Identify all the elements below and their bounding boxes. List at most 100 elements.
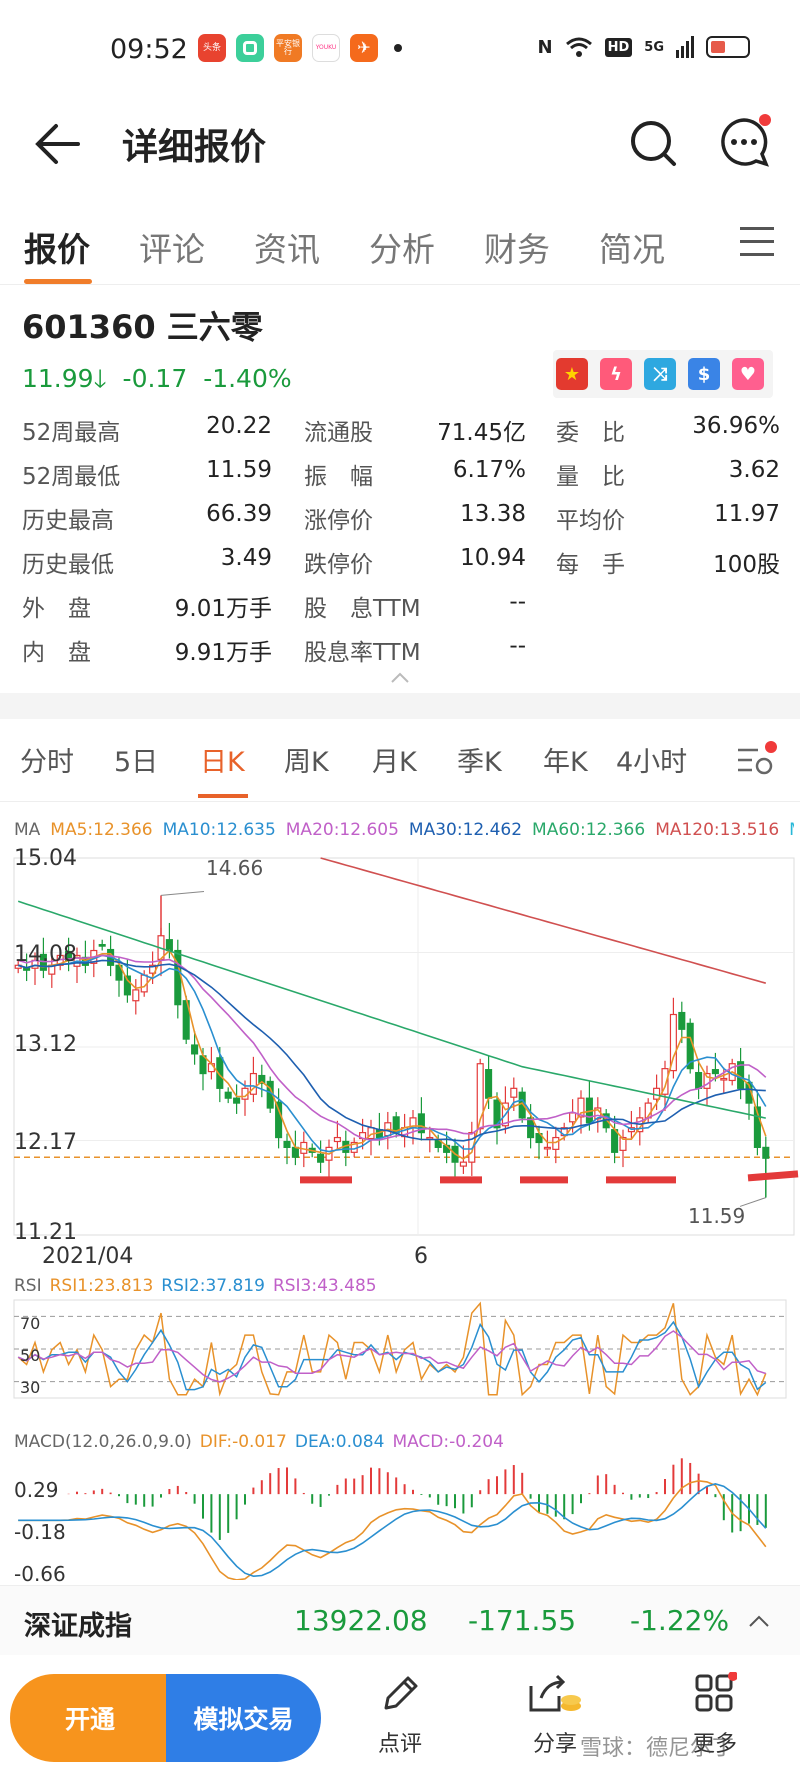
index-name: 深证成指 bbox=[24, 1611, 132, 1642]
ptab-yearly[interactable]: 年K bbox=[543, 740, 588, 779]
chart-settings-icon[interactable] bbox=[736, 740, 778, 780]
shuffle-icon[interactable]: ⤨ bbox=[644, 358, 676, 390]
heart-icon[interactable]: ♥ bbox=[732, 358, 764, 390]
index-ticker-bar[interactable]: 深证成指 13922.08 -171.55 -1.22% bbox=[0, 1585, 800, 1655]
ma120-line bbox=[320, 857, 767, 984]
legend-rsi1: RSI1:23.813 bbox=[49, 1276, 154, 1296]
candle-body bbox=[132, 989, 140, 1002]
quote-value: -- bbox=[509, 589, 526, 615]
quote-label: 振 幅 bbox=[304, 464, 373, 490]
quote-label: 历史最高 bbox=[22, 508, 114, 534]
tab-analysis[interactable]: 分析 bbox=[369, 223, 435, 271]
quote-label: 52周最高 bbox=[22, 420, 121, 446]
grid-more-icon bbox=[695, 1671, 738, 1712]
simulated-trading-button[interactable]: 模拟交易 bbox=[166, 1674, 321, 1762]
wifi-icon bbox=[565, 37, 592, 57]
message-icon[interactable] bbox=[716, 114, 772, 170]
tab-finance[interactable]: 财务 bbox=[484, 223, 550, 271]
legend-rsi3: RSI3:43.485 bbox=[272, 1276, 377, 1296]
china-flag-icon[interactable]: ★ bbox=[556, 358, 588, 390]
macd-tick-label: 0.29 bbox=[14, 1478, 59, 1502]
ma60-line bbox=[17, 900, 766, 1119]
ptab-monthly[interactable]: 月K bbox=[372, 740, 417, 779]
stock-change-pct: -1.40% bbox=[203, 364, 292, 393]
index-change: -171.55 bbox=[468, 1604, 577, 1637]
collapse-chevron-icon[interactable] bbox=[390, 670, 410, 684]
quote-label: 股 息TTM bbox=[304, 596, 421, 622]
rsi-tick-label: 30 bbox=[20, 1378, 41, 1397]
comment-action[interactable]: 点评 bbox=[350, 1672, 450, 1758]
high-annotation: 14.66 bbox=[206, 856, 264, 880]
toutiao-app-icon: 头条 bbox=[198, 34, 226, 62]
tab-profile[interactable]: 简况 bbox=[599, 223, 665, 271]
quote-value: 13.38 bbox=[460, 501, 526, 527]
legend-ma60: MA60:12.366 bbox=[532, 820, 646, 840]
legend-ma5: MA5:12.366 bbox=[50, 820, 153, 840]
quote-value: 3.62 bbox=[728, 457, 780, 483]
candle-body bbox=[552, 1136, 560, 1150]
expand-up-icon[interactable] bbox=[748, 1614, 770, 1628]
candle-body bbox=[695, 1071, 703, 1089]
ptab-quarterly[interactable]: 季K bbox=[457, 740, 502, 779]
tab-news[interactable]: 资讯 bbox=[254, 223, 320, 271]
tab-quote[interactable]: 报价 bbox=[24, 223, 90, 271]
candle-body bbox=[333, 1136, 341, 1143]
ptab-daily[interactable]: 日K bbox=[200, 740, 245, 779]
legend-ma20: MA20:12.605 bbox=[285, 820, 399, 840]
y-tick-label: 15.04 bbox=[14, 846, 77, 871]
quote-grid: 52周最高 20.22 流通股 71.45亿 委 比 36.96% 52周最低 11.59 振 … bbox=[0, 405, 800, 695]
ptab-weekly[interactable]: 周K bbox=[284, 740, 329, 779]
open-account-button[interactable]: 开通 bbox=[10, 1674, 170, 1762]
legend-ma30: MA30:12.462 bbox=[408, 820, 523, 840]
ptab-intraday[interactable]: 分时 bbox=[20, 740, 74, 779]
tab-comments[interactable]: 评论 bbox=[139, 223, 205, 271]
quote-value: 11.59 bbox=[206, 457, 272, 483]
quote-value: 20.22 bbox=[206, 413, 272, 439]
y-tick-label: 11.21 bbox=[14, 1220, 77, 1245]
legend-ma10: MA10:12.635 bbox=[162, 820, 276, 840]
candle-body bbox=[283, 1140, 291, 1148]
dollar-icon[interactable]: $ bbox=[688, 358, 720, 390]
index-change-pct: -1.22% bbox=[630, 1604, 730, 1637]
limit-icon[interactable]: ϟ bbox=[600, 358, 632, 390]
nfc-icon: N bbox=[537, 36, 553, 58]
active-period-indicator bbox=[198, 794, 248, 798]
rsi-tick-label: 50 bbox=[20, 1346, 41, 1365]
quote-value: -- bbox=[509, 633, 526, 659]
candle-body bbox=[224, 1091, 232, 1099]
quote-row: 52周最高 20.22 流通股 71.45亿 委 比 36.96% bbox=[0, 413, 800, 457]
main-tabs: 报价 评论 资讯 分析 财务 简况 bbox=[0, 205, 800, 285]
legend-ma: MA bbox=[14, 820, 41, 840]
stock-code-name: 601360 三六零 bbox=[22, 308, 263, 346]
quote-label: 平均价 bbox=[556, 508, 625, 534]
status-right: N HD 5G bbox=[538, 36, 750, 58]
quote-value: 71.45亿 bbox=[437, 420, 526, 446]
quote-value: 9.91万手 bbox=[174, 640, 272, 666]
y-tick-label: 12.17 bbox=[14, 1130, 77, 1155]
quote-value: 100股 bbox=[713, 552, 780, 578]
orange-app-icon: ✈ bbox=[350, 34, 378, 62]
index-value: 13922.08 bbox=[294, 1604, 428, 1637]
support-level-mark bbox=[747, 1170, 799, 1182]
candle-body bbox=[678, 1011, 686, 1030]
status-app-icons: 头条 平安银行 YOUKU ✈ bbox=[198, 34, 402, 62]
ptab-5day[interactable]: 5日 bbox=[114, 740, 158, 779]
quote-label: 外 盘 bbox=[22, 596, 91, 622]
macd-tick-label: -0.18 bbox=[14, 1520, 66, 1544]
stock-tag-badges: ★ ϟ ⤨ $ ♥ bbox=[553, 350, 773, 398]
kline-chart[interactable] bbox=[0, 840, 800, 1580]
quote-value: 3.49 bbox=[220, 545, 272, 571]
candle-body bbox=[174, 949, 182, 1006]
macd-dea-line bbox=[18, 1482, 767, 1578]
quote-label: 流通股 bbox=[304, 420, 373, 446]
rsi-legend: RSI RSI1:23.813 RSI2:37.819 RSI3:43.485 bbox=[14, 1276, 385, 1296]
search-icon[interactable] bbox=[628, 118, 678, 168]
quote-row: 历史最低 3.49 跌停价 10.94 每 手 100股 bbox=[0, 545, 800, 589]
candle-body bbox=[485, 1069, 493, 1099]
ptab-4hour[interactable]: 4小时 bbox=[616, 740, 687, 779]
rsi-title: RSI bbox=[14, 1276, 42, 1296]
quote-value: 6.17% bbox=[452, 457, 526, 483]
hamburger-menu-icon[interactable] bbox=[740, 227, 774, 257]
hd-icon: HD bbox=[604, 37, 633, 57]
back-arrow-icon[interactable] bbox=[34, 120, 82, 168]
